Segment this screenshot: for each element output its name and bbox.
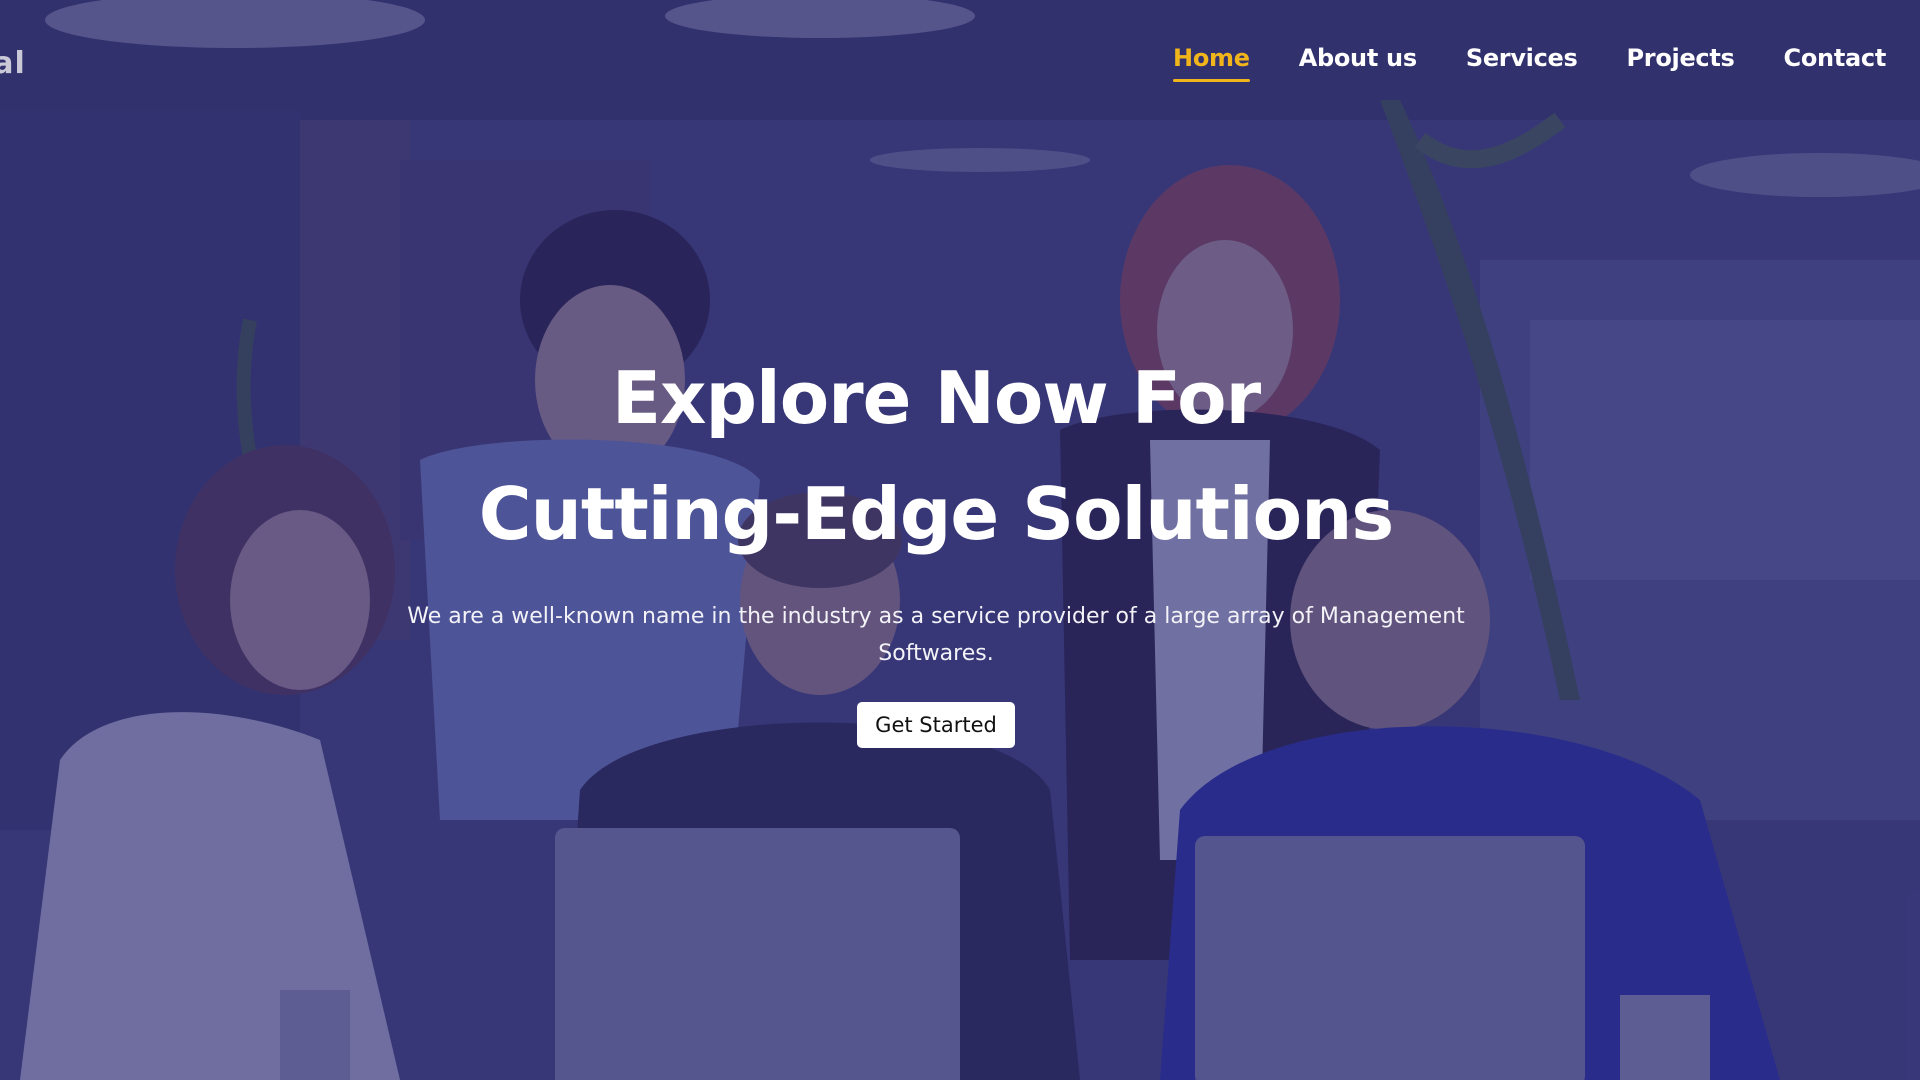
hero-section: ial Home About us Services Projects Cont… (0, 0, 1920, 1080)
hero-title-line-1: Explore Now For (611, 356, 1261, 440)
logo[interactable]: ial (0, 44, 48, 84)
nav-item-home[interactable]: Home (1173, 44, 1250, 82)
logo-text: ial (0, 46, 26, 81)
get-started-button[interactable]: Get Started (857, 702, 1015, 748)
hero-title-line-2: Cutting-Edge Solutions (478, 472, 1394, 556)
main-nav: Home About us Services Projects Contact (1173, 44, 1886, 82)
nav-item-projects[interactable]: Projects (1627, 44, 1735, 82)
hero-title: Explore Now For Cutting-Edge Solutions (386, 340, 1486, 572)
hero-subtitle: We are a well-known name in the industry… (407, 604, 1465, 666)
nav-item-about-us[interactable]: About us (1299, 44, 1417, 82)
nav-item-contact[interactable]: Contact (1784, 44, 1887, 82)
nav-item-services[interactable]: Services (1466, 44, 1578, 82)
hero-content: Explore Now For Cutting-Edge Solutions W… (0, 340, 1872, 748)
